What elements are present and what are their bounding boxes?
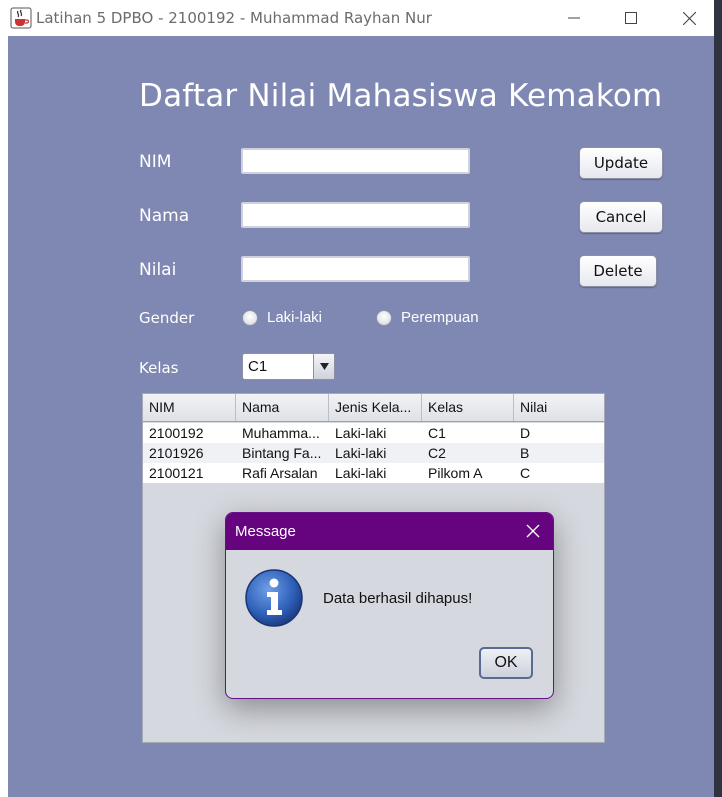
title-bar[interactable]: Latihan 5 DPBO - 2100192 - Muhammad Rayh… — [0, 0, 714, 36]
update-button[interactable]: Update — [579, 147, 663, 179]
table-cell: D — [520, 425, 531, 441]
table-cell: Laki-laki — [335, 465, 387, 481]
table-cell: Bintang Fa... — [242, 445, 322, 461]
dialog-title-bar[interactable]: Message — [226, 513, 553, 550]
table-row[interactable]: 2100121 Rafi Arsalan Laki-laki Pilkom A … — [143, 463, 604, 483]
java-cup-icon — [10, 7, 32, 29]
page-title: Daftar Nilai Mahasiswa Kemakom — [139, 78, 663, 114]
close-button[interactable] — [660, 0, 718, 36]
table-cell: C — [520, 465, 531, 481]
table-cell: 2100192 — [149, 425, 204, 441]
radio-laki-laki-label[interactable]: Laki-laki — [267, 309, 322, 326]
table-cell: B — [520, 445, 530, 461]
table-cell: Muhamma... — [242, 425, 320, 441]
table-row[interactable]: 2101926 Bintang Fa... Laki-laki C2 B — [143, 443, 604, 463]
radio-perempuan-label[interactable]: Perempuan — [401, 309, 479, 326]
nama-label: Nama — [139, 206, 190, 226]
column-header-nim[interactable]: NIM — [143, 394, 236, 421]
table-cell: 2100121 — [149, 465, 204, 481]
table-cell: Laki-laki — [335, 425, 387, 441]
table-header: NIM Nama Jenis Kela... Kelas Nilai — [143, 394, 604, 422]
column-header-kelas[interactable]: Kelas — [422, 394, 514, 421]
background-edge — [714, 0, 722, 797]
close-icon[interactable] — [525, 523, 541, 539]
table-cell: C2 — [428, 445, 446, 461]
dialog-message: Data berhasil dihapus! — [323, 590, 473, 607]
maximize-button[interactable] — [602, 0, 660, 36]
table-cell: Rafi Arsalan — [242, 465, 318, 481]
chevron-down-icon — [319, 363, 329, 370]
app-window: Latihan 5 DPBO - 2100192 - Muhammad Rayh… — [0, 0, 715, 797]
message-dialog[interactable]: Message Data berhasil dihapus! OK — [225, 512, 554, 699]
gender-label: Gender — [139, 309, 195, 327]
dropdown-arrow-button[interactable] — [313, 354, 334, 379]
table-row[interactable]: 2100192 Muhamma... Laki-laki C1 D — [143, 423, 604, 443]
nilai-label: Nilai — [139, 260, 177, 280]
minimize-icon — [568, 17, 580, 19]
delete-button[interactable]: Delete — [579, 255, 657, 287]
kelas-selected-value: C1 — [248, 358, 268, 375]
table-cell: Pilkom A — [428, 465, 483, 481]
kelas-label: Kelas — [139, 359, 179, 377]
kelas-select[interactable]: C1 — [242, 353, 335, 380]
dialog-title: Message — [235, 523, 296, 540]
cancel-button[interactable]: Cancel — [579, 201, 663, 233]
radio-perempuan[interactable] — [376, 310, 392, 326]
nilai-field[interactable] — [241, 256, 470, 282]
nim-field[interactable] — [241, 148, 470, 174]
table-cell: 2101926 — [149, 445, 204, 461]
nim-label: NIM — [139, 152, 172, 172]
minimize-button[interactable] — [545, 0, 603, 36]
column-header-jenis-kelamin[interactable]: Jenis Kela... — [329, 394, 422, 421]
column-header-nilai[interactable]: Nilai — [514, 394, 604, 421]
column-header-nama[interactable]: Nama — [236, 394, 329, 421]
nama-field[interactable] — [241, 202, 470, 228]
table-cell: Laki-laki — [335, 445, 387, 461]
window-title: Latihan 5 DPBO - 2100192 - Muhammad Rayh… — [36, 9, 432, 27]
radio-laki-laki[interactable] — [242, 310, 258, 326]
info-icon — [245, 569, 303, 627]
maximize-icon — [625, 12, 637, 24]
ok-button[interactable]: OK — [479, 647, 533, 679]
table-cell: C1 — [428, 425, 446, 441]
close-icon — [682, 11, 696, 25]
